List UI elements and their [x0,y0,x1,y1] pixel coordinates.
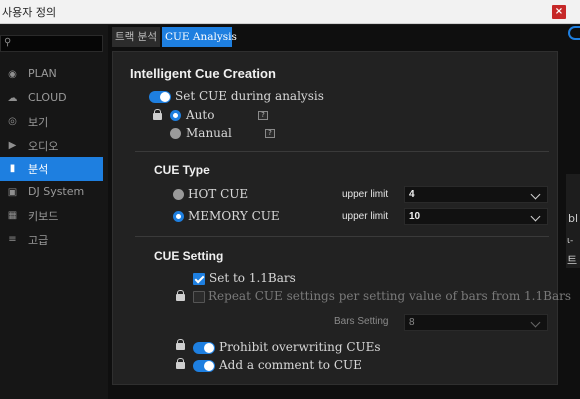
sidebar-item-label: 키보드 [28,210,59,223]
sidebar-item-dj-system[interactable]: ▣ DJ System [0,181,103,205]
hot-cue-limit-select[interactable]: 4 [404,186,548,203]
memory-cue-radio[interactable] [173,211,184,222]
cue-type-title: CUE Type [154,163,210,177]
upper-limit-label: upper limit [342,211,389,222]
background-text: ι- [567,236,574,246]
search-input[interactable]: ⚲ [0,35,103,52]
hot-cue-limit-value: 4 [409,189,415,200]
chevron-down-icon [530,189,541,200]
sidebar-item-audio[interactable]: ▶ 오디오 [0,134,103,158]
chevron-down-icon [530,317,541,328]
sidebar-item-label: 오디오 [28,139,59,153]
window-title: 사용자 정의 [2,6,57,19]
sidebar-item-label: PLAN [28,67,57,80]
hot-cue-label: HOT CUE [188,187,249,201]
set-cue-label: Set CUE during analysis [175,89,324,103]
eye-icon: ◎ [8,116,17,127]
divider [135,151,549,152]
sidebar-item-label: CLOUD [28,90,67,104]
sidebar-item-cloud[interactable]: ☁ CLOUD [0,87,103,111]
sidebar-item-label: 고급 [28,233,49,247]
lock-icon [176,290,185,302]
dj-system-icon: ▣ [7,186,18,198]
sidebar-item-label: 분석 [28,163,49,176]
repeat-cue-label: Repeat CUE settings per setting value of… [208,289,571,303]
lock-icon [176,358,185,370]
sidebar-item-label: DJ System [28,184,85,198]
help-icon[interactable]: ? [265,129,275,138]
add-comment-label: Add a comment to CUE [219,358,362,372]
add-comment-toggle[interactable] [193,360,215,372]
sidebar-item-plan[interactable]: ◉ PLAN [0,63,103,87]
bars-setting-select[interactable]: 8 [404,314,548,331]
repeat-cue-checkbox[interactable] [193,291,205,303]
sidebar-item-advanced[interactable]: ≡ 고급 [0,228,103,252]
background-window-edge [568,26,580,40]
keyboard-icon: ▦ [7,210,18,221]
memory-cue-limit-value: 10 [409,211,421,222]
lock-icon [153,109,162,121]
upper-limit-label: upper limit [342,189,389,200]
lock-icon [176,339,185,351]
background-text: 트 [567,254,578,267]
manual-radio[interactable] [170,128,181,139]
set-to-bars-checkbox[interactable] [193,273,205,285]
memory-cue-limit-select[interactable]: 10 [404,208,548,225]
help-icon[interactable]: ? [258,111,268,120]
bars-setting-label: Bars Setting [334,316,389,327]
manual-label: Manual [186,126,232,140]
chevron-down-icon [530,211,541,222]
bars-setting-value: 8 [409,317,415,328]
sidebar-nav: ◉ PLAN ☁ CLOUD ◎ 보기 ▶ 오디오 ▮ 분석 ▣ DJ Syst… [0,63,103,251]
close-button[interactable]: × [552,5,566,19]
title-bar: 사용자 정의 × [0,0,580,24]
set-cue-toggle[interactable] [149,91,171,103]
globe-icon: ◉ [8,69,17,80]
auto-radio[interactable] [170,110,181,121]
sidebar-item-view[interactable]: ◎ 보기 [0,110,103,134]
sidebar-item-analysis[interactable]: ▮ 분석 [0,157,103,181]
settings-panel: Intelligent Cue Creation Set CUE during … [112,51,571,385]
hot-cue-radio[interactable] [173,189,184,200]
divider [135,236,549,237]
waveform-icon: ▮ [9,163,16,174]
tab-cue-analysis[interactable]: CUE Analysis [162,27,237,47]
auto-label: Auto [186,108,215,122]
search-icon: ⚲ [4,37,12,48]
cue-setting-title: CUE Setting [154,249,224,263]
cloud-icon: ☁ [7,92,18,104]
prohibit-overwrite-label: Prohibit overwriting CUEs [219,340,381,354]
tab-track-analysis[interactable]: 트랙 분석 [112,27,160,47]
intelligent-cue-title: Intelligent Cue Creation [130,66,276,81]
memory-cue-label: MEMORY CUE [188,209,280,223]
prohibit-overwrite-toggle[interactable] [193,342,215,354]
set-to-bars-label: Set to 1.1Bars [209,271,296,285]
sidebar: ⚲ ◉ PLAN ☁ CLOUD ◎ 보기 ▶ 오디오 ▮ 분석 ▣ DJ Sy… [0,25,108,399]
sidebar-item-keyboard[interactable]: ▦ 키보드 [0,204,103,228]
menu-lines-icon: ≡ [8,233,17,245]
speaker-icon: ▶ [8,139,17,151]
background-text: bl [568,212,579,225]
sidebar-item-label: 보기 [28,116,49,129]
